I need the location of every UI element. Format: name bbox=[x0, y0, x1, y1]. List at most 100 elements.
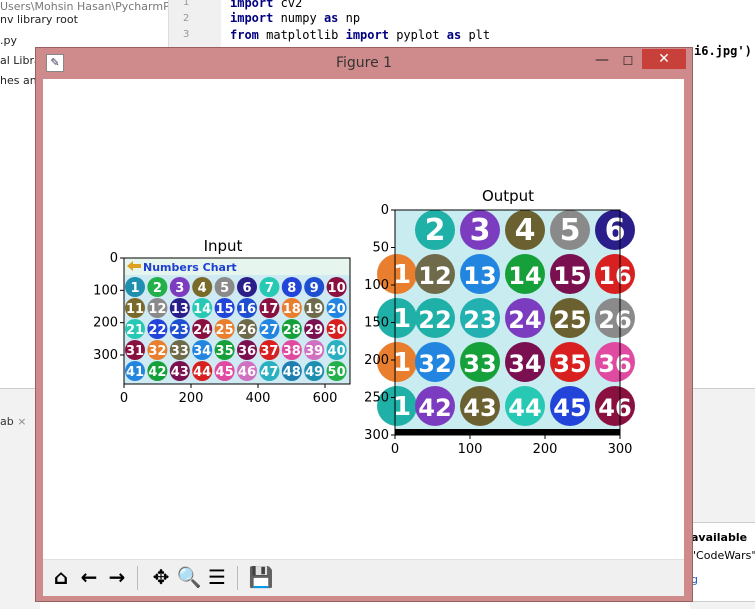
input-number-label: 30 bbox=[328, 323, 346, 338]
input-number-label: 26 bbox=[238, 323, 256, 338]
input-number-label: 22 bbox=[148, 323, 166, 338]
output-number-label: 14 bbox=[508, 262, 541, 290]
input-number-label: 11 bbox=[126, 302, 144, 317]
code-token: numpy bbox=[273, 11, 324, 25]
output-number-label: 44 bbox=[508, 394, 541, 422]
close-button[interactable]: ✕ bbox=[642, 49, 686, 69]
input-number-label: 19 bbox=[305, 302, 323, 317]
output-number-label: 33 bbox=[463, 350, 496, 378]
y-tick-label: 150 bbox=[364, 316, 389, 331]
code-token: from bbox=[230, 28, 259, 42]
y-tick-label: 0 bbox=[381, 203, 389, 218]
input-number-label: 7 bbox=[265, 281, 274, 296]
y-tick-label: 100 bbox=[364, 278, 389, 293]
input-number-label: 18 bbox=[283, 302, 301, 317]
x-tick-label: 200 bbox=[179, 391, 204, 406]
output-edge-label: 1 bbox=[393, 260, 411, 290]
maximize-button[interactable]: ☐ bbox=[616, 52, 640, 70]
save-icon[interactable]: 💾 bbox=[248, 564, 274, 590]
venv-label[interactable]: nv library root bbox=[0, 13, 78, 26]
y-tick-label: 300 bbox=[364, 428, 389, 443]
input-number-label: 10 bbox=[328, 281, 346, 296]
close-icon[interactable]: × bbox=[17, 415, 26, 428]
line-number: 1 bbox=[183, 0, 190, 8]
code-token: plt bbox=[461, 28, 491, 42]
output-number-label: 22 bbox=[418, 306, 451, 334]
output-number-label: 23 bbox=[463, 306, 496, 334]
x-tick-label: 300 bbox=[608, 442, 633, 457]
figure-window: ✎ Figure 1 — ☐ ✕ Input Numbers Chart 123… bbox=[35, 47, 693, 602]
output-number-label: 26 bbox=[598, 306, 631, 334]
run-tab[interactable]: ab × bbox=[0, 415, 26, 428]
output-bottom-band bbox=[395, 429, 620, 435]
y-tick-label: 200 bbox=[364, 353, 389, 368]
code-token: import bbox=[345, 28, 389, 42]
output-number-label: 45 bbox=[553, 394, 586, 422]
line-number: 2 bbox=[183, 13, 190, 24]
code-token: np bbox=[338, 11, 361, 25]
input-number-label: 5 bbox=[220, 281, 229, 296]
py-file-item[interactable]: .py bbox=[0, 34, 17, 47]
figure-canvas[interactable]: Input Numbers Chart 1 2 3 4 5 6 7 8 9 10 11 12 13 14 1… bbox=[43, 79, 684, 559]
input-title: Input bbox=[204, 237, 243, 255]
y-tick-label: 250 bbox=[364, 391, 389, 406]
code-editor[interactable]: import cv2 import numpy as np from matpl… bbox=[222, 0, 755, 58]
output-edge-label: 1 bbox=[393, 348, 411, 378]
x-tick-label: 400 bbox=[246, 391, 271, 406]
zoom-icon[interactable]: 🔍 bbox=[176, 564, 202, 590]
input-number-label: 14 bbox=[193, 302, 211, 317]
input-number-label: 35 bbox=[216, 344, 234, 359]
y-tick-label: 100 bbox=[93, 283, 118, 298]
input-number-label: 28 bbox=[283, 323, 301, 338]
output-number-label: 25 bbox=[553, 306, 586, 334]
output-number-label: 43 bbox=[463, 394, 496, 422]
input-number-label: 15 bbox=[216, 302, 234, 317]
input-number-label: 34 bbox=[193, 344, 211, 359]
subplots-icon[interactable]: ☰ bbox=[204, 564, 230, 590]
input-number-label: 37 bbox=[260, 344, 278, 359]
title-bar[interactable]: ✎ Figure 1 — ☐ ✕ bbox=[36, 48, 692, 78]
output-number-label: 4 bbox=[515, 213, 536, 248]
input-number-label: 21 bbox=[126, 323, 144, 338]
input-number-label: 24 bbox=[193, 323, 211, 338]
input-number-label: 47 bbox=[260, 365, 278, 380]
x-tick-label: 0 bbox=[120, 391, 128, 406]
code-token: as bbox=[323, 11, 339, 25]
code-token: import bbox=[230, 0, 274, 10]
code-token: pyplot bbox=[388, 28, 447, 42]
input-number-label: 29 bbox=[305, 323, 323, 338]
output-axes: Output 11112 3 4 5 612 13 14 15 1622 23 24 25 2632 33… bbox=[364, 187, 635, 457]
code-line-1: import cv2 bbox=[230, 0, 302, 10]
output-number-label: 35 bbox=[553, 350, 586, 378]
home-icon[interactable]: ⌂ bbox=[48, 564, 74, 590]
input-number-label: 16 bbox=[238, 302, 256, 317]
code-token: cv2 bbox=[273, 0, 303, 10]
line-number: 3 bbox=[183, 29, 190, 40]
output-number-label: 36 bbox=[598, 350, 631, 378]
output-number-label: 32 bbox=[418, 350, 451, 378]
input-number-label: 45 bbox=[216, 365, 234, 380]
input-number-label: 49 bbox=[305, 365, 323, 380]
notification-box: available "CodeWars" g bbox=[686, 522, 755, 602]
input-number-label: 32 bbox=[148, 344, 166, 359]
input-number-label: 17 bbox=[260, 302, 278, 317]
back-icon[interactable]: ← bbox=[76, 564, 102, 590]
input-number-label: 41 bbox=[126, 365, 144, 380]
input-number-label: 43 bbox=[171, 365, 189, 380]
pan-icon[interactable]: ✥ bbox=[148, 564, 174, 590]
output-number-label: 6 bbox=[605, 213, 626, 248]
input-number-label: 42 bbox=[148, 365, 166, 380]
input-number-label: 12 bbox=[148, 302, 166, 317]
forward-icon[interactable]: → bbox=[104, 564, 130, 590]
output-number-label: 15 bbox=[553, 262, 586, 290]
input-number-label: 46 bbox=[238, 365, 256, 380]
input-number-label: 33 bbox=[171, 344, 189, 359]
input-number-label: 3 bbox=[175, 281, 184, 296]
output-edge-label: 1 bbox=[393, 304, 411, 334]
output-number-label: 13 bbox=[463, 262, 496, 290]
minimize-button[interactable]: — bbox=[590, 52, 614, 70]
x-tick-label: 200 bbox=[533, 442, 558, 457]
navigation-toolbar: ⌂ ← → ✥ 🔍 ☰ 💾 bbox=[43, 559, 684, 596]
code-token: as bbox=[446, 28, 462, 42]
x-tick-label: 100 bbox=[458, 442, 483, 457]
